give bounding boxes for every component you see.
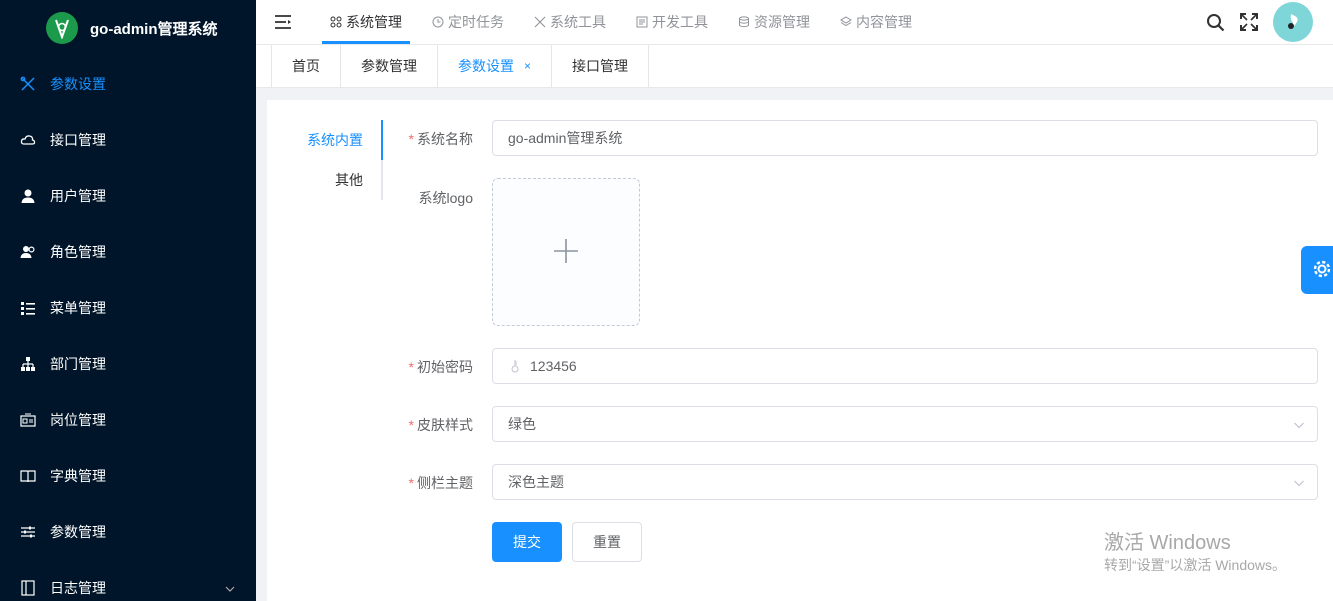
leaf-logo-icon	[46, 12, 78, 44]
sidebar-item-dictionary[interactable]: 字典管理	[0, 448, 256, 504]
tab-param-settings[interactable]: 参数设置 ×	[437, 45, 551, 87]
top-nav: 系统管理 定时任务 系统工具 开发工具 资源管理 内容管理	[322, 0, 934, 44]
sidebar-item-roles[interactable]: 角色管理	[0, 224, 256, 280]
sidebar-item-label: 参数设置	[50, 76, 106, 92]
settings-card: 系统内置 其他 * 系统名称 go-admin管理系统 系统logo * 初始密码 …	[267, 100, 1333, 601]
users-icon	[20, 244, 36, 260]
top-nav-dev[interactable]: 开发工具	[628, 0, 716, 44]
sidebar: go-admin管理系统 参数设置 接口管理 用户管理 角色管理 菜单管理 部门…	[0, 0, 256, 601]
sidebar-item-label: 部门管理	[50, 356, 106, 372]
gear-icon	[1311, 258, 1333, 283]
menu-fold-icon[interactable]	[272, 11, 294, 33]
top-nav-tools[interactable]: 系统工具	[526, 0, 614, 44]
avatar[interactable]	[1273, 2, 1313, 42]
top-nav-label: 系统工具	[550, 14, 606, 30]
init-password-label: * 初始密码	[408, 359, 473, 375]
tab-label: 参数设置	[458, 58, 514, 74]
sidebar-theme-select[interactable]: 深色主题	[492, 464, 1318, 500]
sidebar-item-params[interactable]: 参数管理	[0, 504, 256, 560]
log-icon	[20, 580, 36, 596]
top-nav-label: 开发工具	[652, 14, 708, 30]
tabs-bar: 首页 参数管理 参数设置 × 接口管理	[256, 44, 1333, 88]
sidebar-item-posts[interactable]: 岗位管理	[0, 392, 256, 448]
tab-home[interactable]: 首页	[271, 45, 340, 87]
code-doc-icon	[636, 16, 648, 28]
sidebar-item-departments[interactable]: 部门管理	[0, 336, 256, 392]
grid-icon	[330, 16, 342, 28]
top-nav-label: 定时任务	[448, 14, 504, 30]
header-actions	[1205, 2, 1333, 42]
database-icon	[738, 16, 750, 28]
sidebar-item-label: 日志管理	[50, 580, 106, 596]
plus-icon	[553, 238, 579, 267]
logo-uploader[interactable]	[492, 178, 640, 326]
sidebar-item-api[interactable]: 接口管理	[0, 112, 256, 168]
top-nav-system[interactable]: 系统管理	[322, 0, 410, 44]
init-password-input[interactable]: 123456	[492, 348, 1318, 384]
brand[interactable]: go-admin管理系统	[0, 0, 256, 56]
sliders-icon	[20, 524, 36, 540]
windows-activation-watermark: 激活 Windows 转到“设置”以激活 Windows。	[1104, 531, 1286, 575]
sidebar-item-label: 参数管理	[50, 524, 106, 540]
book-icon	[20, 468, 36, 484]
layers-icon	[840, 16, 852, 28]
vtab-builtin[interactable]: 系统内置	[267, 120, 383, 160]
sidebar-item-logs[interactable]: 日志管理	[0, 560, 256, 601]
sidebar-item-label: 角色管理	[50, 244, 106, 260]
vtab-other[interactable]: 其他	[267, 160, 383, 200]
tools-icon	[534, 16, 546, 28]
tools-icon	[20, 76, 36, 92]
vertical-tabs: 系统内置 其他	[267, 120, 383, 200]
submit-button[interactable]: 提交	[492, 522, 562, 562]
sidebar-item-users[interactable]: 用户管理	[0, 168, 256, 224]
post-icon	[20, 412, 36, 428]
sidebar-item-label: 岗位管理	[50, 412, 106, 428]
tab-label: 首页	[292, 58, 320, 74]
sidebar-item-label: 用户管理	[50, 188, 106, 204]
reset-button[interactable]: 重置	[572, 522, 642, 562]
sidebar-item-label: 菜单管理	[50, 300, 106, 316]
brand-title: go-admin管理系统	[90, 20, 218, 38]
top-nav-label: 内容管理	[856, 14, 912, 30]
vtabs-active-bar	[381, 120, 383, 160]
system-name-input[interactable]: go-admin管理系统	[492, 120, 1318, 156]
tree-icon	[20, 356, 36, 372]
sidebar-item-label: 接口管理	[50, 132, 106, 148]
key-icon	[508, 359, 522, 373]
fullscreen-icon[interactable]	[1239, 12, 1259, 32]
top-nav-label: 资源管理	[754, 14, 810, 30]
system-logo-label: 系统logo	[418, 190, 473, 206]
close-icon[interactable]: ×	[524, 59, 531, 73]
watermark-title: 激活 Windows	[1104, 532, 1231, 554]
cloud-icon	[20, 132, 36, 148]
system-name-label: * 系统名称	[408, 131, 473, 147]
list-icon	[20, 300, 36, 316]
chevron-down-icon	[1293, 476, 1305, 488]
chevron-down-icon	[224, 582, 236, 594]
top-nav-content[interactable]: 内容管理	[832, 0, 920, 44]
tab-label: 接口管理	[572, 58, 629, 74]
skin-style-label: * 皮肤样式	[408, 417, 473, 433]
tab-api-manage[interactable]: 接口管理	[551, 45, 650, 87]
tab-param-manage[interactable]: 参数管理	[340, 45, 437, 87]
settings-drawer-button[interactable]	[1301, 246, 1333, 294]
search-icon[interactable]	[1205, 12, 1225, 32]
clock-icon	[432, 16, 444, 28]
watermark-subtitle: 转到“设置”以激活 Windows。	[1104, 557, 1287, 573]
sidebar-item-label: 字典管理	[50, 468, 106, 484]
sidebar-item-menus[interactable]: 菜单管理	[0, 280, 256, 336]
top-nav-resources[interactable]: 资源管理	[730, 0, 818, 44]
user-icon	[20, 188, 36, 204]
tab-label: 参数管理	[361, 58, 417, 74]
skin-style-select[interactable]: 绿色	[492, 406, 1318, 442]
sidebar-item-param-settings[interactable]: 参数设置	[0, 56, 256, 112]
top-nav-cron[interactable]: 定时任务	[424, 0, 512, 44]
top-header: 系统管理 定时任务 系统工具 开发工具 资源管理 内容管理	[256, 0, 1333, 44]
chevron-down-icon	[1293, 418, 1305, 430]
top-nav-label: 系统管理	[346, 14, 402, 30]
sidebar-theme-label: * 侧栏主题	[408, 475, 473, 491]
